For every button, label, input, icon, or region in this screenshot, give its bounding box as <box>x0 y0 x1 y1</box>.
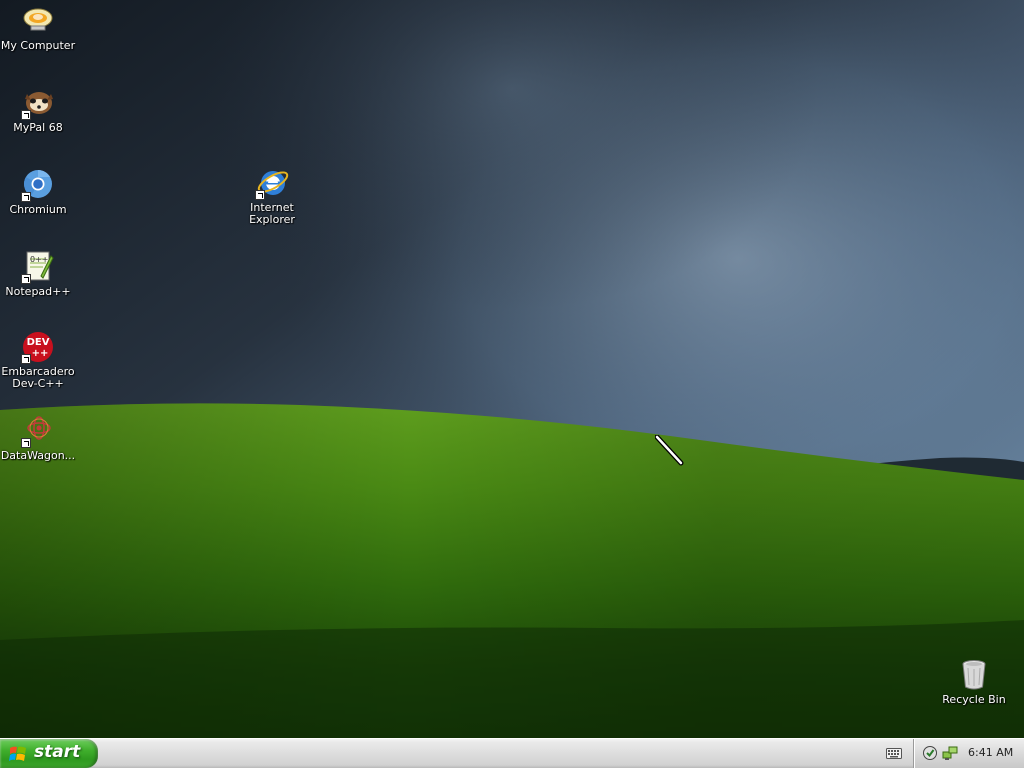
icon-label: Recycle Bin <box>942 693 1006 706</box>
icon-label: Embarcadero Dev-C++ <box>1 365 75 390</box>
chromium-icon <box>21 168 55 202</box>
icon-label: Chromium <box>9 203 67 216</box>
shortcut-arrow-icon <box>21 354 31 364</box>
shortcut-arrow-icon <box>255 190 265 200</box>
security-shield-icon[interactable] <box>922 745 938 761</box>
start-button[interactable]: start <box>0 739 98 768</box>
icon-label: Notepad++ <box>5 285 71 298</box>
shortcut-arrow-icon <box>21 274 31 284</box>
icon-label: Internet Explorer <box>249 201 295 226</box>
devcpp-icon: DEV ++ <box>21 330 55 364</box>
recycle-bin-icon <box>957 658 991 692</box>
desktop[interactable]: My Computer MyPal 68 Chromium 0++ Notepa… <box>0 0 1024 738</box>
my-computer-icon <box>21 4 55 38</box>
system-tray: 6:41 AM <box>913 739 1024 768</box>
internet-explorer-icon <box>255 166 289 200</box>
icon-label: DataWagon... <box>0 449 76 462</box>
datawagon-icon <box>21 414 55 448</box>
start-label: start <box>34 742 81 762</box>
icon-label: MyPal 68 <box>13 121 63 134</box>
notepadpp-icon: 0++ <box>21 250 55 284</box>
desktop-icon-recycle-bin[interactable]: Recycle Bin <box>936 658 1012 706</box>
desktop-icon-mypal[interactable]: MyPal 68 <box>0 86 76 134</box>
shortcut-arrow-icon <box>21 192 31 202</box>
desktop-icon-chromium[interactable]: Chromium <box>0 168 76 216</box>
desktop-icon-internet-explorer[interactable]: Internet Explorer <box>234 166 310 226</box>
keyboard-icon[interactable] <box>886 748 902 759</box>
windows-logo-icon <box>9 746 26 761</box>
mypal-icon <box>21 86 55 120</box>
shortcut-arrow-icon <box>21 110 31 120</box>
svg-text:++: ++ <box>32 348 49 359</box>
icon-label: My Computer <box>0 39 76 52</box>
taskbar-task-area[interactable] <box>100 741 910 766</box>
mouse-cursor-icon <box>655 435 684 466</box>
clock[interactable]: 6:41 AM <box>968 746 1013 759</box>
desktop-icon-devcpp[interactable]: DEV ++ Embarcadero Dev-C++ <box>0 330 76 390</box>
svg-text:DEV: DEV <box>27 337 50 348</box>
desktop-icon-datawagon[interactable]: DataWagon... <box>0 414 76 462</box>
taskbar: start 6:41 AM <box>0 738 1024 768</box>
desktop-icon-my-computer[interactable]: My Computer <box>0 4 76 52</box>
desktop-icon-notepadpp[interactable]: 0++ Notepad++ <box>0 250 76 298</box>
network-icon[interactable] <box>942 745 958 761</box>
svg-text:0++: 0++ <box>30 255 49 264</box>
desktop-wallpaper <box>0 0 1024 738</box>
shortcut-arrow-icon <box>21 438 31 448</box>
